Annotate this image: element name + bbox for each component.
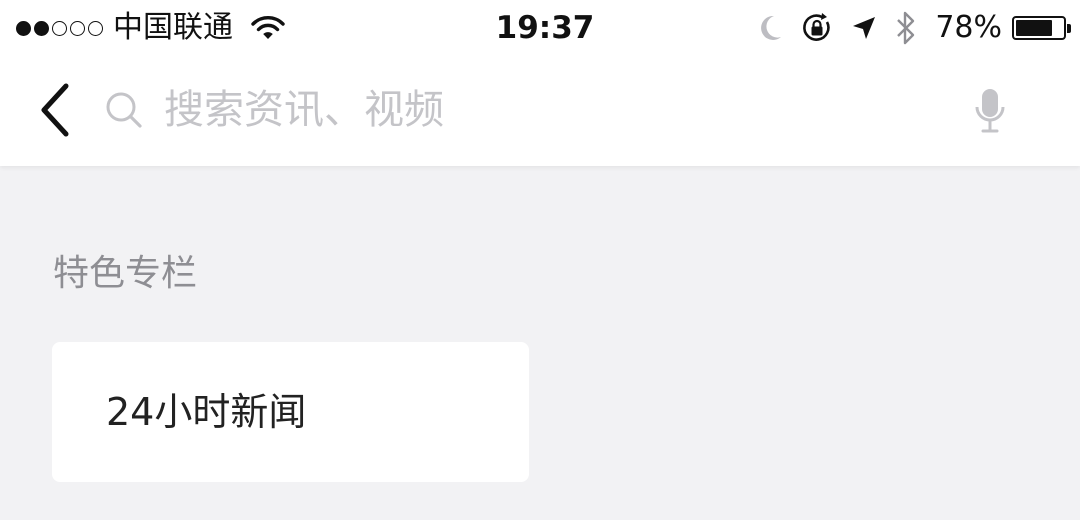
search-bar: [0, 56, 1080, 166]
section-title-featured-columns: 特色专栏: [53, 253, 198, 294]
column-card-24h-news[interactable]: 24小时新闻: [52, 342, 529, 482]
bluetooth-icon: [897, 11, 915, 45]
back-button[interactable]: [30, 80, 80, 140]
battery-cap: [1067, 24, 1071, 33]
microphone-icon: [975, 89, 1005, 133]
status-bar: 中国联通 19:37 78%: [0, 0, 1080, 56]
top-area: 中国联通 19:37 78%: [0, 0, 1080, 166]
battery-percentage: 78%: [935, 10, 1002, 45]
location-arrow-icon: [853, 17, 876, 39]
search-input[interactable]: [164, 87, 904, 133]
search-field[interactable]: [104, 78, 944, 142]
rotation-lock-icon: [803, 13, 830, 41]
battery-level-fill: [1016, 20, 1052, 36]
voice-search-button[interactable]: [972, 86, 1008, 136]
status-bar-right: 78%: [759, 9, 1071, 47]
battery-icon: [1012, 16, 1071, 40]
search-icon: [106, 92, 142, 128]
back-chevron-icon: [41, 83, 69, 137]
column-card-label: 24小时新闻: [106, 390, 307, 434]
moon-icon: [761, 15, 782, 40]
